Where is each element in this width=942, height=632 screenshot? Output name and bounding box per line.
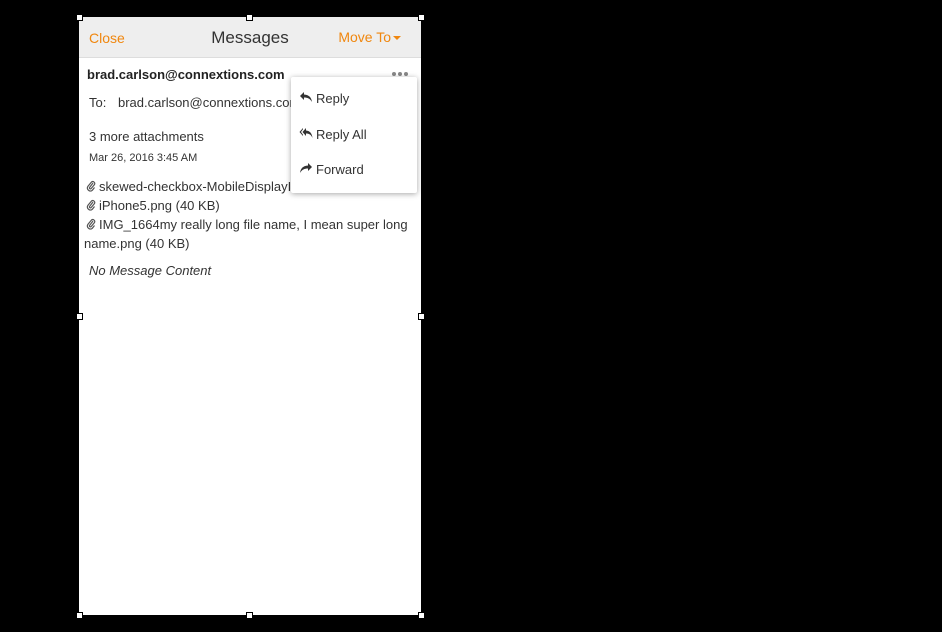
resize-handle[interactable] bbox=[76, 612, 83, 619]
recipient-address: brad.carlson@connextions.com bbox=[118, 95, 301, 110]
attachment-item[interactable]: iPhone5.png (40 KB) bbox=[84, 196, 416, 215]
menu-item-label: Reply bbox=[316, 91, 350, 106]
attachment-name: iPhone5.png (40 KB) bbox=[99, 198, 220, 213]
menu-item-label: Forward bbox=[316, 162, 364, 177]
resize-handle[interactable] bbox=[418, 313, 425, 320]
paperclip-icon bbox=[86, 181, 96, 192]
menu-item-reply[interactable]: Reply bbox=[291, 82, 417, 116]
resize-handle[interactable] bbox=[76, 14, 83, 21]
message-date: Mar 26, 2016 3:45 AM bbox=[89, 152, 198, 164]
resize-handle[interactable] bbox=[76, 313, 83, 320]
reply-icon bbox=[300, 92, 312, 102]
menu-item-label: Reply All bbox=[316, 127, 367, 142]
menu-item-forward[interactable]: Forward bbox=[291, 153, 417, 187]
messages-window: Close Messages Move To brad.carlson@conn… bbox=[79, 17, 421, 615]
move-to-label: Move To bbox=[338, 29, 391, 45]
message-body: No Message Content bbox=[89, 263, 212, 278]
caret-down-icon bbox=[393, 36, 401, 41]
forward-icon bbox=[300, 163, 312, 173]
to-label: To: bbox=[89, 95, 107, 110]
attachment-item[interactable]: IMG_1664my really long file name, I mean… bbox=[84, 215, 416, 253]
attachment-name: IMG_1664my really long file name, I mean… bbox=[84, 217, 408, 251]
paperclip-icon bbox=[86, 219, 96, 230]
sender-address: brad.carlson@connextions.com bbox=[87, 67, 285, 82]
resize-handle[interactable] bbox=[246, 612, 253, 619]
move-to-button[interactable]: Move To bbox=[338, 29, 401, 45]
menu-item-reply-all[interactable]: Reply All bbox=[291, 118, 417, 152]
paperclip-icon bbox=[86, 200, 96, 211]
header-bar: Close Messages Move To bbox=[79, 17, 421, 58]
resize-handle[interactable] bbox=[418, 612, 425, 619]
resize-handle[interactable] bbox=[418, 14, 425, 21]
resize-handle[interactable] bbox=[246, 14, 253, 21]
more-attachments-link[interactable]: 3 more attachments bbox=[89, 129, 204, 144]
reply-all-icon bbox=[299, 128, 313, 138]
message-actions-menu: Reply Reply All Forward bbox=[291, 77, 417, 193]
